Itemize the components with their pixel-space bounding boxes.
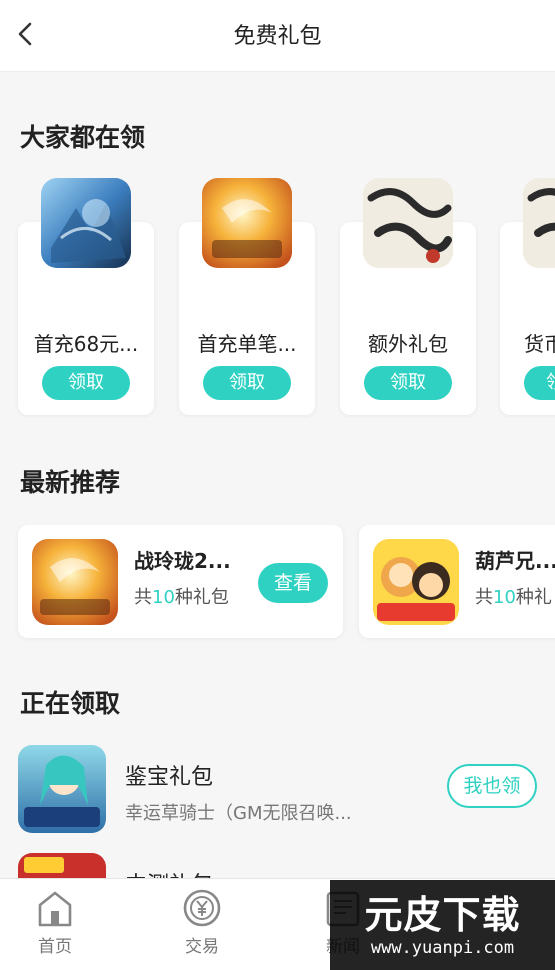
section-title-claiming: 正在领取 [20,689,121,718]
watermark-title: 元皮下载 [364,893,521,937]
claim-button[interactable]: 领取 [203,366,291,400]
game-thumbnail [18,745,106,833]
game-thumbnail [363,178,453,268]
gift-name: 货币 [524,332,555,356]
section-title-new: 最新推荐 [20,468,121,497]
gift-name: 额外礼包 [368,332,448,356]
recommend-card[interactable]: 葫芦兄... 共10种礼 [359,525,555,638]
tab-label: 首页 [38,937,72,957]
yen-coin-icon [183,889,221,927]
tab-trade[interactable]: 交易 [147,879,257,970]
tab-home[interactable]: 首页 [0,879,110,970]
game-name: 战玲珑2... [134,549,231,573]
page-title: 免费礼包 [233,24,322,49]
claim-button[interactable]: 领 [524,366,555,400]
recommend-card[interactable]: 战玲珑2... 共10种礼包 查看 [18,525,343,638]
game-thumbnail [202,178,292,268]
tab-label: 交易 [185,937,219,957]
recommend-carousel[interactable]: 战玲珑2... 共10种礼包 查看 葫芦兄... 共10种礼 [0,525,555,645]
game-name: 幸运草骑士（GM无限召唤... [125,803,352,824]
gift-name: 首充68元... [33,332,139,356]
top-bar: 免费礼包 [0,0,555,72]
watermark: 元皮下载 www.yuanpi.com [330,880,555,970]
game-thumbnail [373,539,459,625]
claim-too-button[interactable]: 我也领 [447,764,537,808]
game-thumbnail [41,178,131,268]
game-thumbnail [32,539,118,625]
view-button[interactable]: 查看 [258,563,328,603]
game-name: 葫芦兄... [475,549,555,573]
section-title-popular: 大家都在领 [20,123,146,152]
gift-name: 鉴宝礼包 [125,765,214,790]
game-thumbnail [523,178,555,268]
watermark-url: www.yuanpi.com [370,938,515,958]
claim-button[interactable]: 领取 [364,366,452,400]
popular-gift-carousel[interactable]: 首充68元... 2505 领取 首充单笔... 7549 领取 额外礼包 88… [0,178,555,418]
list-item[interactable]: 鉴宝礼包 幸运草骑士（GM无限召唤... 我也领 [0,745,555,845]
gift-name: 首充单笔... [197,332,297,356]
gift-total: 共10种礼 [475,587,552,608]
home-icon [38,891,72,927]
gift-total: 共10种礼包 [134,587,229,608]
claim-button[interactable]: 领取 [42,366,130,400]
